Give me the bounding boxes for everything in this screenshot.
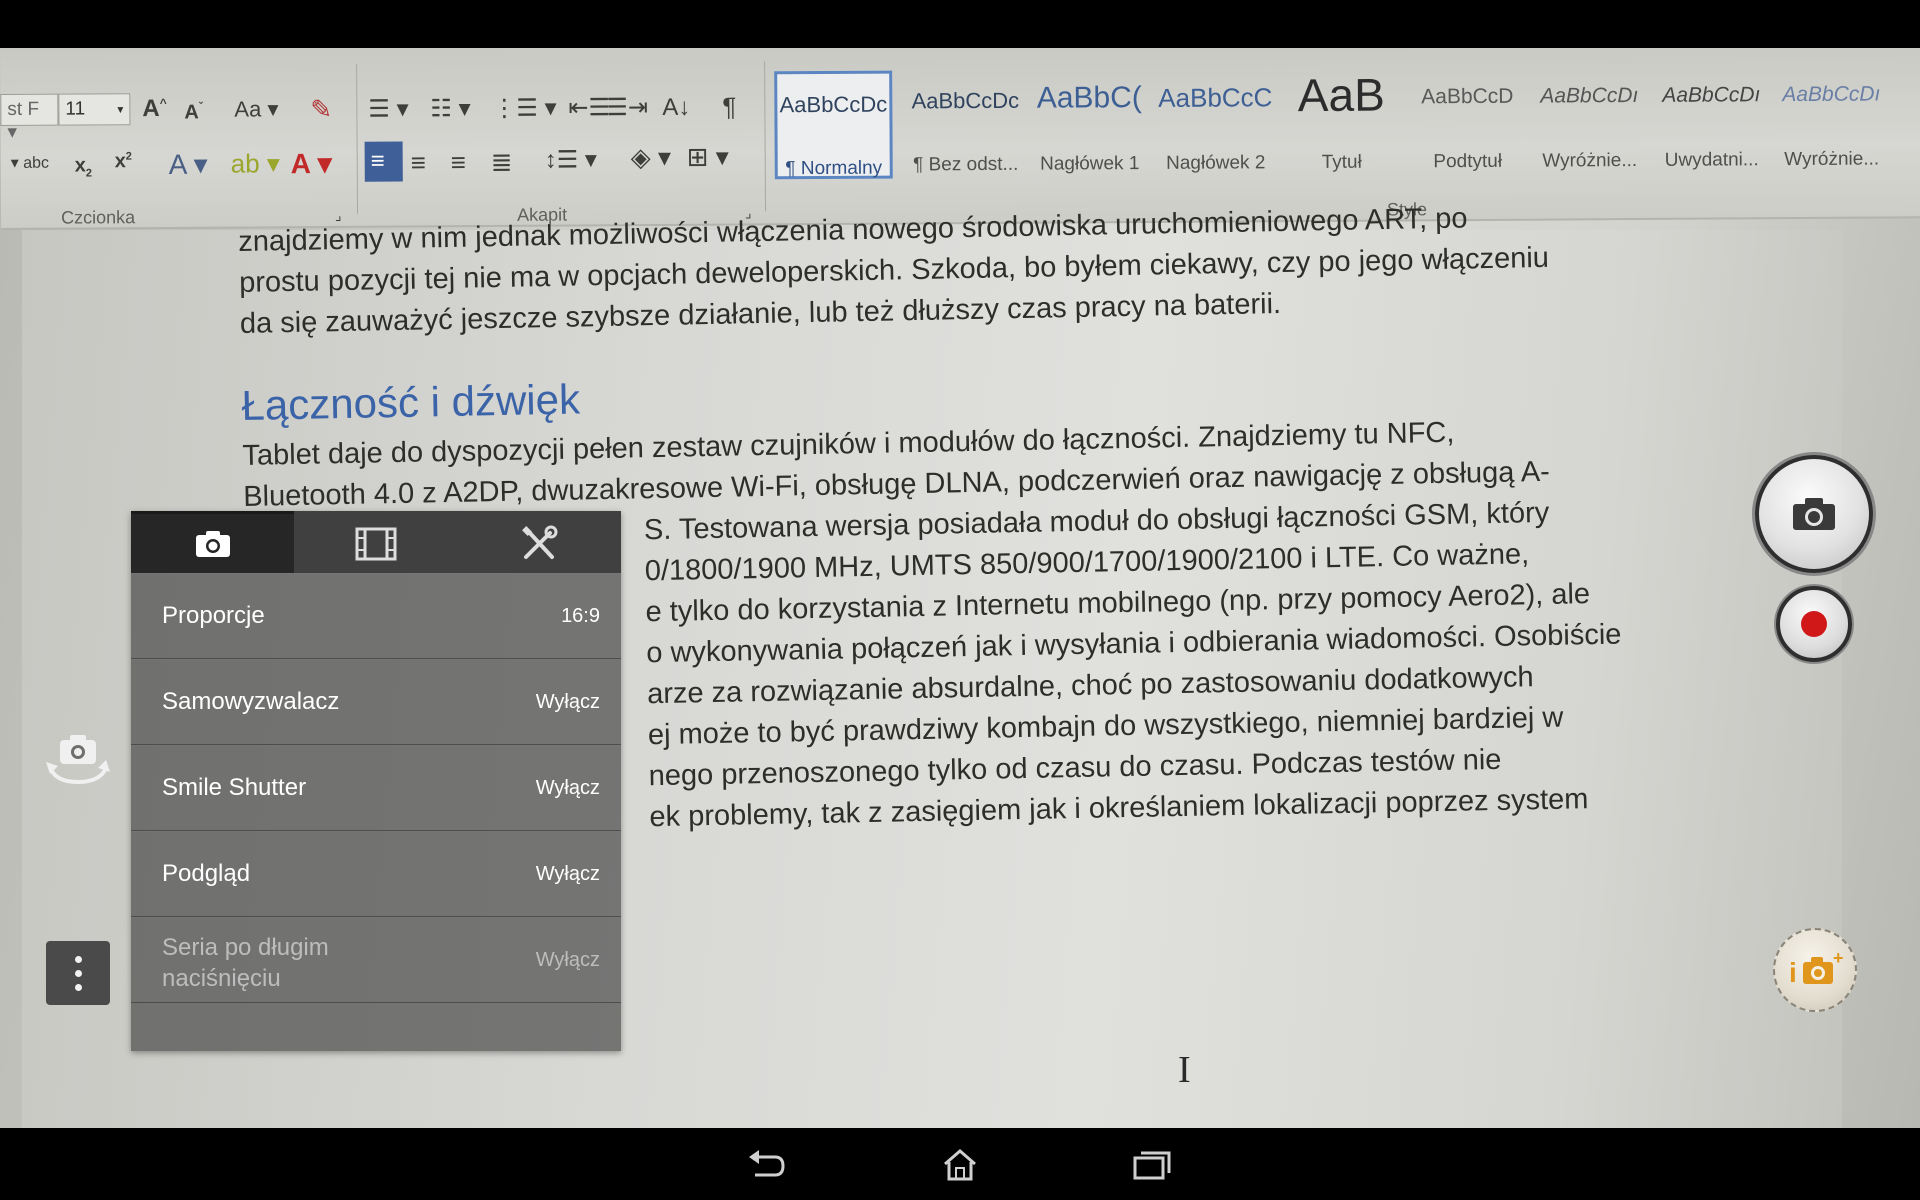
back-icon — [749, 1150, 785, 1177]
tab-general-settings[interactable] — [458, 511, 621, 573]
style-naglowek-1: AaBbC( Nagłówek 1 — [1036, 81, 1142, 175]
paragraph-1: znajdziemy w nim jednak możliwości włącz… — [238, 195, 1670, 345]
justify-icon: ≣ — [490, 146, 513, 178]
setting-row-smile-shutter[interactable]: Smile Shutter Wyłącz — [131, 745, 621, 831]
record-video-button[interactable] — [1776, 586, 1852, 662]
style-wyroznienie-delikatne: AaBbCcDı Wyróżnie... — [1540, 83, 1639, 172]
status-bar — [0, 0, 1920, 48]
shutter-button[interactable] — [1755, 455, 1873, 573]
setting-row-burst: Seria po długim naciśnięciu Wyłącz — [131, 917, 621, 1003]
font-group-label: Czcionka — [60, 207, 136, 228]
align-left-icon: ≡ — [364, 141, 403, 182]
more-options-button[interactable] — [46, 941, 110, 1005]
recent-apps-button[interactable] — [1124, 1143, 1180, 1187]
setting-label: Seria po długim naciśnięciu — [162, 934, 329, 992]
shading-icon: ◈ ▾ — [630, 141, 672, 173]
text-effects-icon: A ▾ — [168, 148, 208, 180]
borders-icon: ⊞ ▾ — [686, 141, 729, 172]
line-spacing-icon: ↕☰ ▾ — [544, 146, 598, 174]
setting-value: Wyłącz — [535, 777, 600, 799]
home-icon — [944, 1149, 976, 1181]
font-size-box: 11 ▾ — [58, 93, 131, 126]
settings-tabs — [131, 511, 621, 573]
increase-indent-icon: ☰⇥ — [606, 94, 649, 122]
numbering-icon: ☷ ▾ — [430, 95, 471, 123]
setting-value: 16:9 — [561, 605, 600, 627]
superior-auto-camera-icon: i + — [1789, 950, 1844, 988]
change-case-icon: Aa ▾ — [234, 96, 279, 122]
setting-row-podglad[interactable]: Podgląd Wyłącz — [131, 831, 621, 917]
camera-mode-button[interactable]: i + — [1773, 928, 1857, 1012]
switch-camera-icon — [46, 735, 110, 785]
tab-video-settings[interactable] — [294, 511, 457, 573]
camera-icon — [195, 530, 230, 557]
setting-value: Wyłącz — [535, 949, 600, 971]
dot — [74, 955, 82, 963]
setting-label: Podgląd — [162, 860, 251, 887]
home-button[interactable] — [932, 1143, 988, 1187]
align-right-icon: ≡ — [450, 147, 466, 178]
clear-formatting-icon: ✎ — [310, 93, 333, 125]
dot — [74, 969, 82, 977]
back-button[interactable] — [739, 1143, 795, 1187]
setting-row-samowyzwalacz[interactable]: Samowyzwalacz Wyłącz — [131, 659, 621, 745]
style-tytul: AaB Tytuł — [1297, 68, 1385, 173]
style-naglowek-2: AaBbCcC Nagłówek 2 — [1158, 82, 1273, 174]
film-icon — [355, 527, 397, 560]
setting-value: Wyłącz — [535, 691, 600, 713]
style-podtytul: AaBbCcD Podtytuł — [1421, 84, 1514, 173]
pilcrow-icon: ¶ — [722, 91, 737, 122]
shrink-font-icon: Aˇ — [184, 99, 203, 124]
sort-icon: A↓ — [662, 93, 691, 121]
bullets-icon: ☰ ▾ — [368, 95, 409, 123]
font-color-icon: A ▾ — [290, 147, 332, 180]
dot — [74, 983, 82, 991]
camera-settings-panel: Proporcje 16:9 Samowyzwalacz Wyłącz Smil… — [131, 511, 621, 1051]
strikethrough-icon: ▾ abc — [10, 154, 50, 172]
font-name-box: st F ▾ — [0, 93, 59, 143]
superscript-icon: x2 — [114, 150, 132, 173]
svg-text:+: + — [1833, 950, 1844, 968]
switch-camera-button[interactable] — [44, 730, 112, 792]
setting-row-proporcje[interactable]: Proporcje 16:9 — [131, 573, 621, 659]
record-dot-icon — [1801, 611, 1827, 637]
setting-label: Samowyzwalacz — [162, 688, 340, 715]
setting-label: Proporcje — [162, 602, 265, 629]
style-uwydatnienie: AaBbCcDı Uwydatni... — [1662, 83, 1761, 171]
subscript-icon: x2 — [74, 154, 93, 180]
highlight-icon: ab ▾ — [230, 148, 281, 179]
svg-text:i: i — [1789, 957, 1797, 988]
multilevel-list-icon: ⋮☰ ▾ — [492, 94, 557, 122]
tab-photo-settings[interactable] — [131, 511, 295, 573]
decrease-indent-icon: ⇤☰ — [568, 94, 611, 122]
camera-icon — [1793, 498, 1835, 530]
text-cursor-icon: I — [1178, 1049, 1191, 1091]
style-normalny: AaBbCcDc ¶ Normalny — [774, 70, 893, 180]
align-center-icon: ≡ — [410, 147, 426, 178]
setting-value: Wyłącz — [535, 863, 600, 885]
style-bez-odstepow: AaBbCcDc ¶ Bez odst... — [911, 87, 1020, 176]
setting-label: Smile Shutter — [162, 774, 307, 801]
style-wyroznienie-intensywne: AaBbCcDı Wyróżnie... — [1782, 82, 1881, 171]
tools-icon — [522, 525, 558, 559]
ribbon-tabs — [0, 48, 1920, 60]
recent-apps-icon — [1133, 1151, 1171, 1180]
grow-font-icon: A^ — [142, 95, 167, 123]
